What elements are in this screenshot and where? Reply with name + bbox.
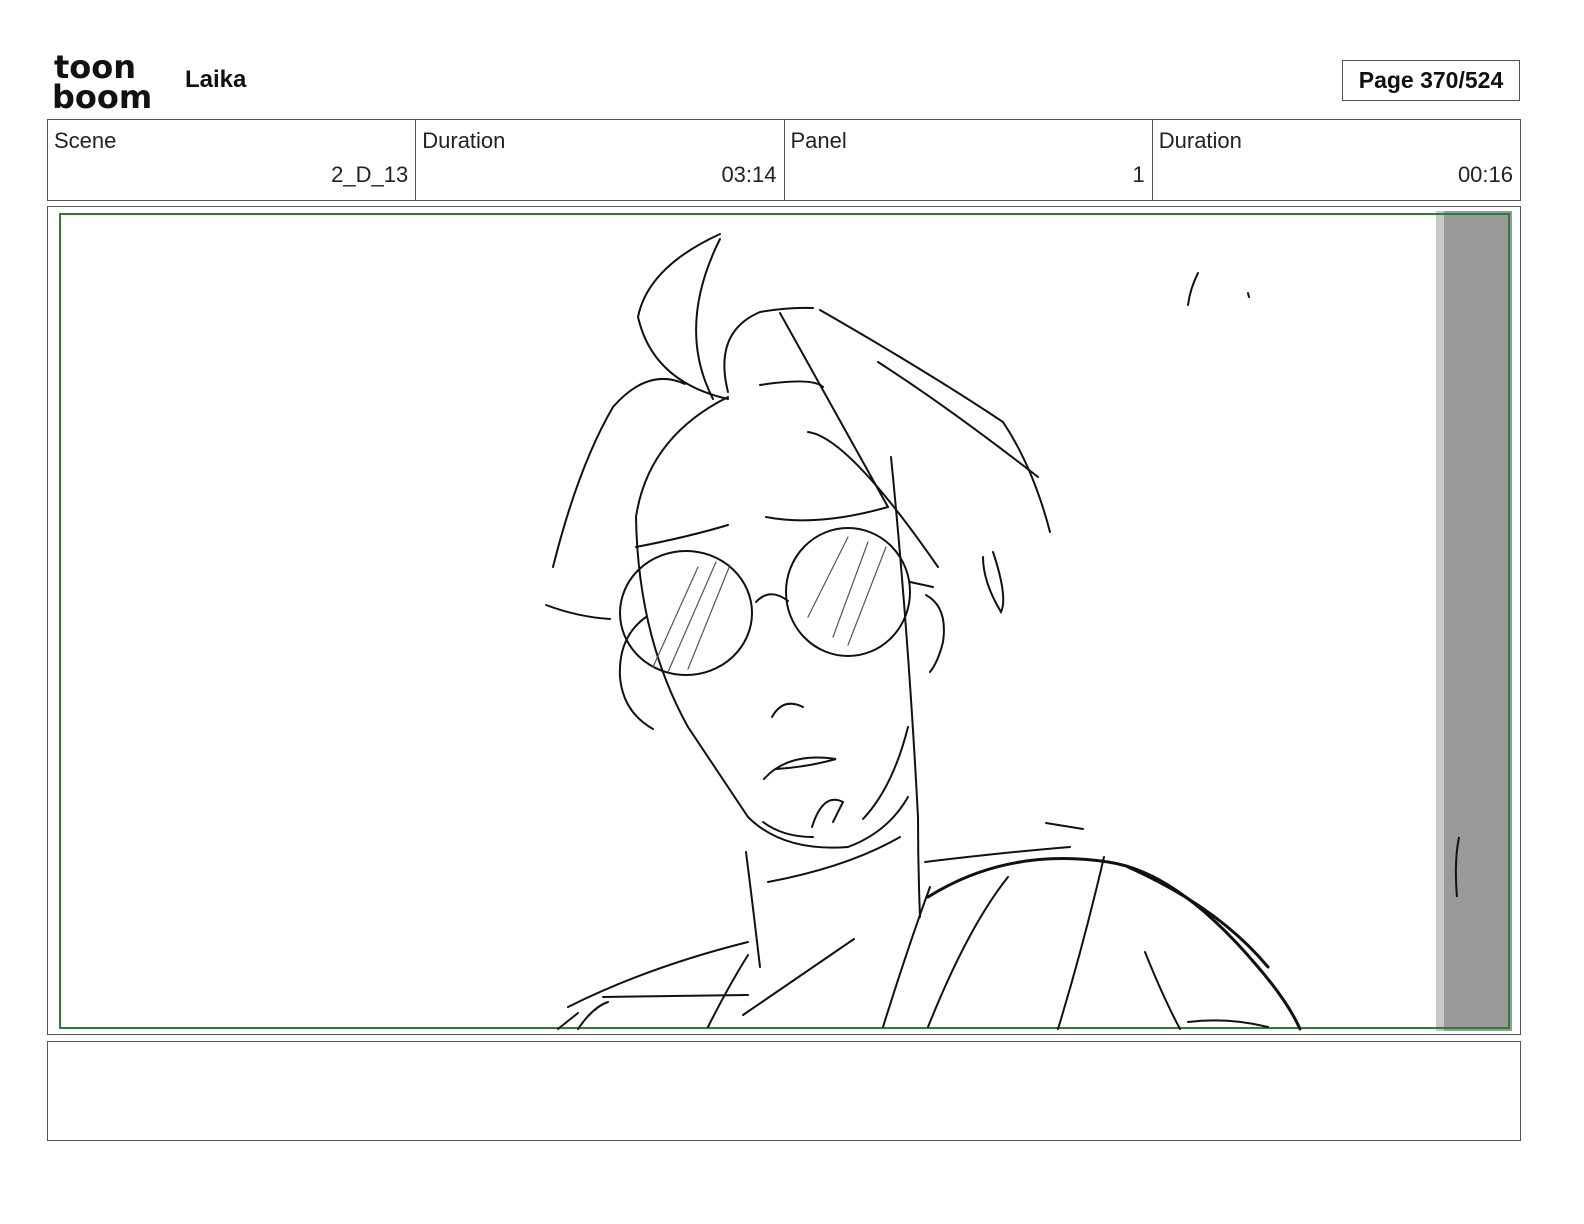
strap-line-1 [882, 886, 931, 1028]
scene-duration-label: Duration [422, 128, 506, 153]
shoulder-mark [1045, 822, 1084, 830]
scene-info-table: Scene 2_D_13 Duration 03:14 Panel 1 Dura… [47, 119, 1521, 201]
hair-part [807, 431, 939, 568]
scene-cell: Scene 2_D_13 [48, 120, 417, 200]
back-hair [552, 377, 686, 568]
scene-duration-cell: Duration 03:14 [416, 120, 785, 200]
panel-duration-cell: Duration 00:16 [1153, 120, 1520, 200]
glasses-lens-left [619, 550, 753, 676]
panel-notes-box [47, 1041, 1521, 1141]
panel-value: 1 [1132, 162, 1145, 187]
strap-line-2 [927, 876, 1009, 1028]
panel-duration-value: 00:16 [1457, 162, 1513, 187]
chin-mark [811, 798, 845, 828]
nose [771, 702, 804, 718]
reflection-1 [652, 566, 699, 668]
brow-right [765, 506, 889, 522]
head-top [759, 380, 824, 388]
hair-strand-diag [779, 312, 889, 508]
reflection-6 [847, 546, 887, 646]
edge-strip-shade [1436, 211, 1444, 1031]
scene-label: Scene [54, 128, 117, 153]
jacket-edge-2 [577, 1001, 609, 1030]
scene-duration-value: 03:14 [721, 162, 777, 187]
face-outline [634, 396, 909, 849]
lens-reflections [652, 536, 887, 673]
scene-value: 2_D_13 [331, 162, 409, 187]
hair-sweep [819, 309, 1051, 533]
toonboom-logo: toon boom [52, 48, 164, 116]
shoulder-left-lower [602, 994, 749, 998]
ear-left [618, 616, 654, 730]
shoulder-right-outer [1126, 865, 1270, 969]
neck-line-right [890, 456, 921, 918]
project-title: Laika [185, 66, 247, 93]
mouth [763, 756, 837, 780]
panel-cell: Panel 1 [785, 120, 1153, 200]
logo-text-bottom: boom [52, 78, 152, 112]
reflection-4 [807, 536, 849, 618]
arm-line-2 [1144, 951, 1181, 1030]
glasses-lens-right [785, 527, 911, 657]
character-sketch [545, 233, 1302, 1031]
ear-right [925, 594, 945, 673]
panel-duration-label: Duration [1158, 128, 1242, 153]
panel-sketch [59, 211, 1512, 1031]
reflection-3 [687, 564, 731, 670]
brow-left-outer [545, 604, 611, 620]
storyboard-panel [47, 206, 1521, 1035]
jaw-right [862, 726, 909, 820]
collar-line [767, 836, 901, 883]
shoulder-left [567, 941, 749, 1008]
glasses-bridge [755, 593, 789, 603]
panel-label: Panel [790, 128, 847, 153]
brow-left [635, 524, 729, 548]
edge-strip [1440, 211, 1512, 1031]
safe-frame [59, 213, 1510, 1029]
stray-mark-2 [1247, 292, 1250, 298]
arm-line-3 [1187, 1019, 1269, 1028]
arm-line [1057, 856, 1105, 1030]
jacket-fold-2 [742, 938, 855, 1016]
hair-tip [982, 551, 1005, 615]
neck-line-left [745, 851, 761, 968]
shoulder-right-curve [926, 857, 1302, 1031]
hair-tuft-left [636, 233, 729, 400]
hair-sweep-inner [877, 361, 1039, 478]
stray-mark-1 [1187, 272, 1199, 306]
glasses-arm [909, 581, 934, 588]
hair-strand-mid [695, 238, 721, 400]
jacket-fold-1 [707, 954, 749, 1028]
jacket-edge-1 [557, 1012, 579, 1030]
page-indicator: Page 370/524 [1342, 60, 1520, 101]
